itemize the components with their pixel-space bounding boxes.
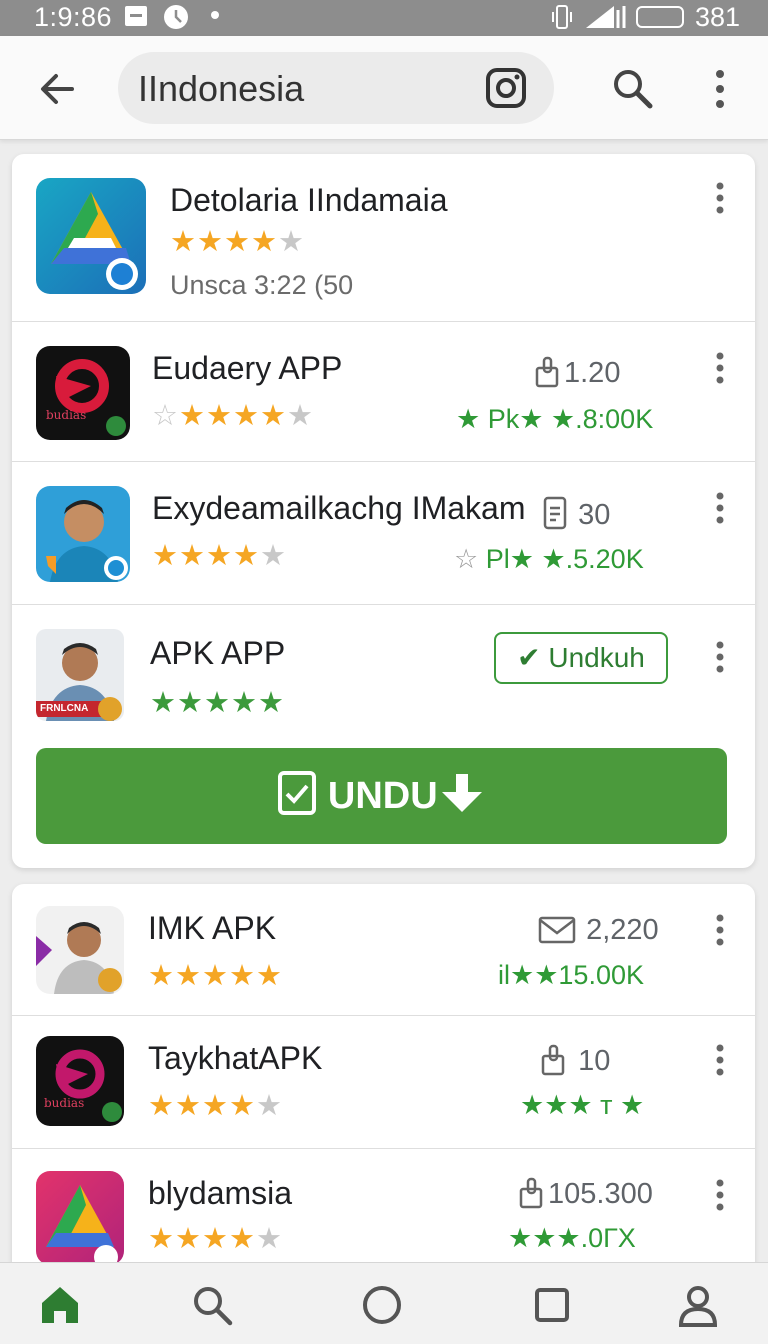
download-count: ★★★ ᴛ ★	[520, 1090, 645, 1120]
more-options-icon[interactable]	[710, 910, 730, 950]
app-row[interactable]: Exydeamailkachg IMakam ★★★★★ 30 ☆ Pl★ ★.…	[12, 462, 755, 605]
search-input[interactable]: IIndonesia	[118, 52, 554, 124]
app-stat: 1.20	[534, 356, 620, 390]
app-row[interactable]: budias Eudaery APP ☆★★★★★ 1.20 ★ Pk★ ★.8…	[12, 322, 755, 462]
rating-stars: ★★★★★	[148, 960, 283, 992]
vibrate-icon	[552, 5, 572, 29]
app-stat: 2,220	[538, 914, 659, 947]
app-icon	[36, 486, 130, 582]
featured-app-row[interactable]: Detolaria IIndamaia ★★★★★ Unsca 3:22 (50	[12, 154, 755, 322]
download-button[interactable]: UNDU	[36, 748, 727, 844]
app-row[interactable]: budias TaykhatAPK ★★★★★ 10 ★★★ ᴛ ★	[12, 1016, 755, 1149]
status-bar: 1:9:86 381	[0, 0, 768, 36]
app-name: APK APP	[150, 635, 286, 671]
app-icon	[36, 906, 124, 994]
circle-icon[interactable]	[360, 1283, 404, 1327]
rating-stars: ★★★★★	[148, 1223, 283, 1255]
app-icon	[36, 1171, 124, 1265]
results-card: IMK APK ★★★★★ 2,220 il★★15.00K budias Ta…	[12, 884, 755, 1304]
rating-stars: ★★★★★	[152, 540, 287, 572]
more-options-icon[interactable]	[710, 488, 730, 528]
wifi-signal-icon	[586, 6, 626, 28]
install-chip-button[interactable]: ✔ Undkuh	[494, 632, 668, 684]
rating-stars: ★★★★★	[150, 687, 285, 719]
featured-app-icon	[36, 178, 146, 294]
app-stat: 105.300	[518, 1177, 653, 1211]
featured-meta: Unsca 3:22 (50	[170, 270, 354, 300]
download-count: il★★15.00K	[498, 960, 644, 990]
download-count: ★ Pk★ ★.8:00K	[456, 404, 654, 434]
home-icon[interactable]	[38, 1283, 82, 1327]
profile-icon[interactable]	[676, 1283, 720, 1327]
clock-icon	[164, 5, 188, 29]
bottom-navigation	[0, 1262, 768, 1344]
app-icon-label: budias	[44, 1096, 85, 1110]
install-size-icon	[535, 356, 559, 388]
app-name: blydamsia	[148, 1175, 293, 1211]
overflow-menu-icon[interactable]	[704, 66, 736, 112]
app-name: Exydeamailkachg IMakam	[152, 490, 526, 526]
search-query: IIndonesia	[138, 68, 305, 109]
app-stat: 30	[542, 496, 610, 532]
results-card: Detolaria IIndamaia ★★★★★ Unsca 3:22 (50…	[12, 154, 755, 868]
featured-app-name: Detolaria IIndamaia	[170, 182, 448, 218]
more-options-icon[interactable]	[710, 1040, 730, 1080]
download-count: ★★★.0ГX	[508, 1223, 636, 1253]
download-arrow-icon	[441, 774, 482, 812]
back-arrow-icon[interactable]	[34, 64, 84, 114]
app-row-expanded[interactable]: FRNLCNA APK APP ★★★★★ ✔ Undkuh UNDU	[12, 605, 755, 868]
app-name: IMK APK	[148, 910, 277, 946]
app-icon-label: FRNLCNA	[40, 703, 89, 714]
status-time: 1:9:86	[34, 2, 113, 32]
app-name: TaykhatAPK	[148, 1040, 323, 1076]
rating-stars: ★★★★★	[148, 1090, 283, 1122]
rating-stars: ☆★★★★★	[152, 400, 314, 432]
search-icon[interactable]	[610, 66, 656, 112]
featured-rating-stars: ★★★★★	[170, 226, 305, 258]
app-name: Eudaery APP	[152, 350, 343, 386]
mail-icon	[538, 916, 576, 944]
battery-level: 381	[694, 2, 740, 32]
install-size-icon	[519, 1177, 543, 1209]
battery-icon	[636, 6, 684, 28]
more-options-icon[interactable]	[710, 1175, 730, 1215]
square-icon[interactable]	[530, 1283, 574, 1327]
more-options-icon[interactable]	[710, 637, 730, 677]
download-count: ☆ Pl★ ★.5.20K	[454, 544, 644, 574]
search-icon[interactable]	[190, 1283, 234, 1327]
install-size-icon	[541, 1044, 565, 1076]
dot-icon	[211, 11, 219, 19]
notification-icon	[125, 6, 147, 26]
more-options-icon[interactable]	[710, 348, 730, 388]
search-header: IIndonesia	[0, 36, 768, 140]
app-icon: budias	[36, 1036, 124, 1126]
app-stat: 10	[540, 1044, 610, 1078]
camera-icon[interactable]	[484, 66, 528, 110]
app-icon: budias	[36, 346, 130, 440]
more-options-icon[interactable]	[710, 178, 730, 218]
file-icon	[543, 496, 567, 530]
app-row[interactable]: IMK APK ★★★★★ 2,220 il★★15.00K	[12, 884, 755, 1016]
app-icon: FRNLCNA	[36, 629, 124, 721]
app-icon-label: budias	[46, 408, 87, 422]
checkbox-icon	[278, 771, 317, 815]
